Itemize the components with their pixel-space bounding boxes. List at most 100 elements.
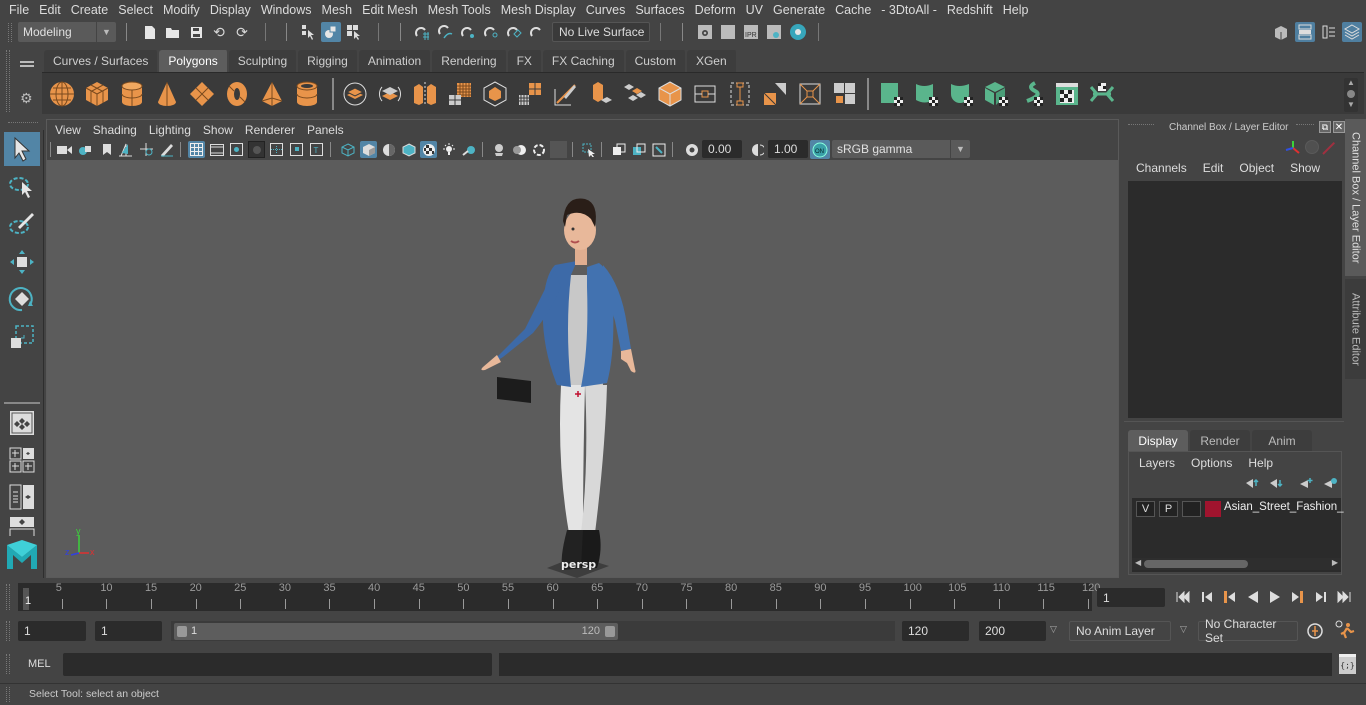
playback-end-field[interactable]: 120 xyxy=(902,621,969,641)
character-model[interactable] xyxy=(467,185,667,585)
bevel-icon[interactable] xyxy=(655,79,685,109)
extrude-icon[interactable] xyxy=(585,79,615,109)
color-management-toggle[interactable]: ON xyxy=(810,140,830,159)
grease-pencil-icon[interactable] xyxy=(158,141,175,158)
select-component-icon[interactable] xyxy=(344,22,364,42)
isolate-select-icon[interactable] xyxy=(580,141,597,158)
menu-uv[interactable]: UV xyxy=(741,3,768,17)
move-tool-icon[interactable] xyxy=(4,245,40,279)
viewport-menu-shading[interactable]: Shading xyxy=(87,123,143,137)
new-scene-icon[interactable] xyxy=(140,22,160,42)
poly-cone-icon[interactable] xyxy=(152,79,182,109)
anim-layer-dropdown[interactable]: No Anim Layer xyxy=(1069,621,1171,641)
tab-attribute-editor[interactable]: Attribute Editor xyxy=(1345,279,1366,379)
command-language-toggle[interactable]: MEL xyxy=(28,658,51,670)
shelf-tab-rigging[interactable]: Rigging xyxy=(298,50,359,72)
close-panel-icon[interactable]: ✕ xyxy=(1333,121,1345,133)
poly-sphere-icon[interactable] xyxy=(47,79,77,109)
default-material-icon[interactable] xyxy=(380,141,397,158)
four-view-layout-icon[interactable] xyxy=(4,443,40,477)
poly-pyramid-icon[interactable] xyxy=(257,79,287,109)
select-tool-icon[interactable] xyxy=(4,132,40,166)
layer-color-swatch[interactable] xyxy=(1205,501,1221,517)
menu-3dtoall[interactable]: - 3DtoAll - xyxy=(876,3,942,17)
grid-toggle-icon[interactable] xyxy=(188,141,205,158)
use-all-lights-icon[interactable] xyxy=(440,141,457,158)
make-live-icon[interactable] xyxy=(527,22,547,42)
step-back-frame-icon[interactable] xyxy=(1199,588,1215,606)
shelf-tab-fx-caching[interactable]: FX Caching xyxy=(542,50,626,72)
channel-list[interactable] xyxy=(1128,181,1342,418)
menu-cache[interactable]: Cache xyxy=(830,3,876,17)
viewport-menu-show[interactable]: Show xyxy=(197,123,239,137)
smooth-icon[interactable] xyxy=(445,79,475,109)
play-backwards-icon[interactable] xyxy=(1245,588,1261,606)
layer-menu-layers[interactable]: Layers xyxy=(1139,456,1191,470)
new-layer-icon[interactable] xyxy=(1299,477,1313,491)
bridge-icon[interactable] xyxy=(620,79,650,109)
render-frame-icon[interactable] xyxy=(718,22,738,42)
2d-pan-zoom-icon[interactable] xyxy=(138,141,155,158)
shelf-settings-gear-icon[interactable]: ⚙ xyxy=(20,90,33,107)
separate-icon[interactable] xyxy=(375,79,405,109)
poly-pipe-icon[interactable] xyxy=(292,79,322,109)
anim-layer-chevron-icon[interactable]: ▽ xyxy=(1050,624,1057,635)
menu-mesh[interactable]: Mesh xyxy=(317,3,358,17)
tool-settings-toggle-icon[interactable] xyxy=(1319,22,1339,42)
hypershade-icon[interactable] xyxy=(788,22,808,42)
channel-menu-object[interactable]: Object xyxy=(1235,161,1286,175)
new-layer-selected-icon[interactable] xyxy=(1323,477,1337,491)
range-min-handle[interactable] xyxy=(177,626,187,637)
gamma-icon[interactable] xyxy=(749,141,766,158)
menu-edit[interactable]: Edit xyxy=(34,3,66,17)
menu-mesh-tools[interactable]: Mesh Tools xyxy=(423,3,496,17)
poly-plane-icon[interactable] xyxy=(187,79,217,109)
snap-view-plane-icon[interactable] xyxy=(504,22,524,42)
move-layer-up-icon[interactable] xyxy=(1245,477,1259,491)
snap-point-icon[interactable] xyxy=(458,22,478,42)
channel-box-toggle-icon[interactable] xyxy=(1342,22,1362,42)
exposure-field[interactable]: 0.00 xyxy=(702,140,742,158)
playback-start-field[interactable]: 1 xyxy=(95,621,162,641)
attribute-editor-toggle-icon[interactable] xyxy=(1295,22,1315,42)
persp-graph-layout-icon[interactable] xyxy=(4,516,40,536)
motion-blur-icon[interactable] xyxy=(510,141,527,158)
ipr-render-icon[interactable]: IPR xyxy=(741,22,761,42)
viewport-menu-panels[interactable]: Panels xyxy=(301,123,350,137)
shelf-tab-sculpting[interactable]: Sculpting xyxy=(228,50,299,72)
layer-visibility-toggle[interactable]: V xyxy=(1136,501,1155,517)
target-weld-icon[interactable] xyxy=(795,79,825,109)
poly-cylinder-icon[interactable] xyxy=(117,79,147,109)
layer-hscrollbar[interactable]: ◀ ▶ xyxy=(1132,558,1341,570)
range-slider-bar[interactable]: 1 120 xyxy=(174,623,618,640)
move-layer-down-icon[interactable] xyxy=(1269,477,1283,491)
layer-menu-options[interactable]: Options xyxy=(1191,456,1248,470)
viewport-menu-lighting[interactable]: Lighting xyxy=(143,123,197,137)
hide-channels-icon[interactable] xyxy=(1322,141,1336,155)
exposure-icon[interactable] xyxy=(683,141,700,158)
xray-active-components-icon[interactable] xyxy=(630,141,647,158)
wireframe-icon[interactable] xyxy=(339,141,356,158)
viewport-menu-renderer[interactable]: Renderer xyxy=(239,123,301,137)
menu-create[interactable]: Create xyxy=(66,3,114,17)
menu-file[interactable]: File xyxy=(4,3,34,17)
menu-help[interactable]: Help xyxy=(998,3,1034,17)
drag-handle[interactable] xyxy=(8,23,12,42)
step-back-key-icon[interactable] xyxy=(1221,588,1237,606)
character-set-dropdown[interactable]: No Character Set xyxy=(1198,617,1298,645)
menu-surfaces[interactable]: Surfaces xyxy=(630,3,689,17)
screen-space-ao-icon[interactable] xyxy=(490,141,507,158)
redo-icon[interactable]: ⟳ xyxy=(232,22,252,42)
channel-menu-show[interactable]: Show xyxy=(1286,161,1332,175)
shelf-menu-icon[interactable] xyxy=(20,58,34,68)
layer-playback-toggle[interactable]: P xyxy=(1159,501,1178,517)
shelf-scrollbar[interactable]: ▲ ▼ xyxy=(1344,78,1358,112)
shelf-drag-handle[interactable] xyxy=(6,50,10,112)
select-hierarchy-icon[interactable] xyxy=(298,22,318,42)
rotate-tool-icon[interactable] xyxy=(4,282,40,316)
menu-mesh-display[interactable]: Mesh Display xyxy=(496,3,581,17)
reduce-icon[interactable] xyxy=(480,79,510,109)
merge-icon[interactable] xyxy=(760,79,790,109)
render-settings-icon[interactable] xyxy=(764,22,784,42)
script-editor-icon[interactable]: {;} xyxy=(1339,654,1356,674)
